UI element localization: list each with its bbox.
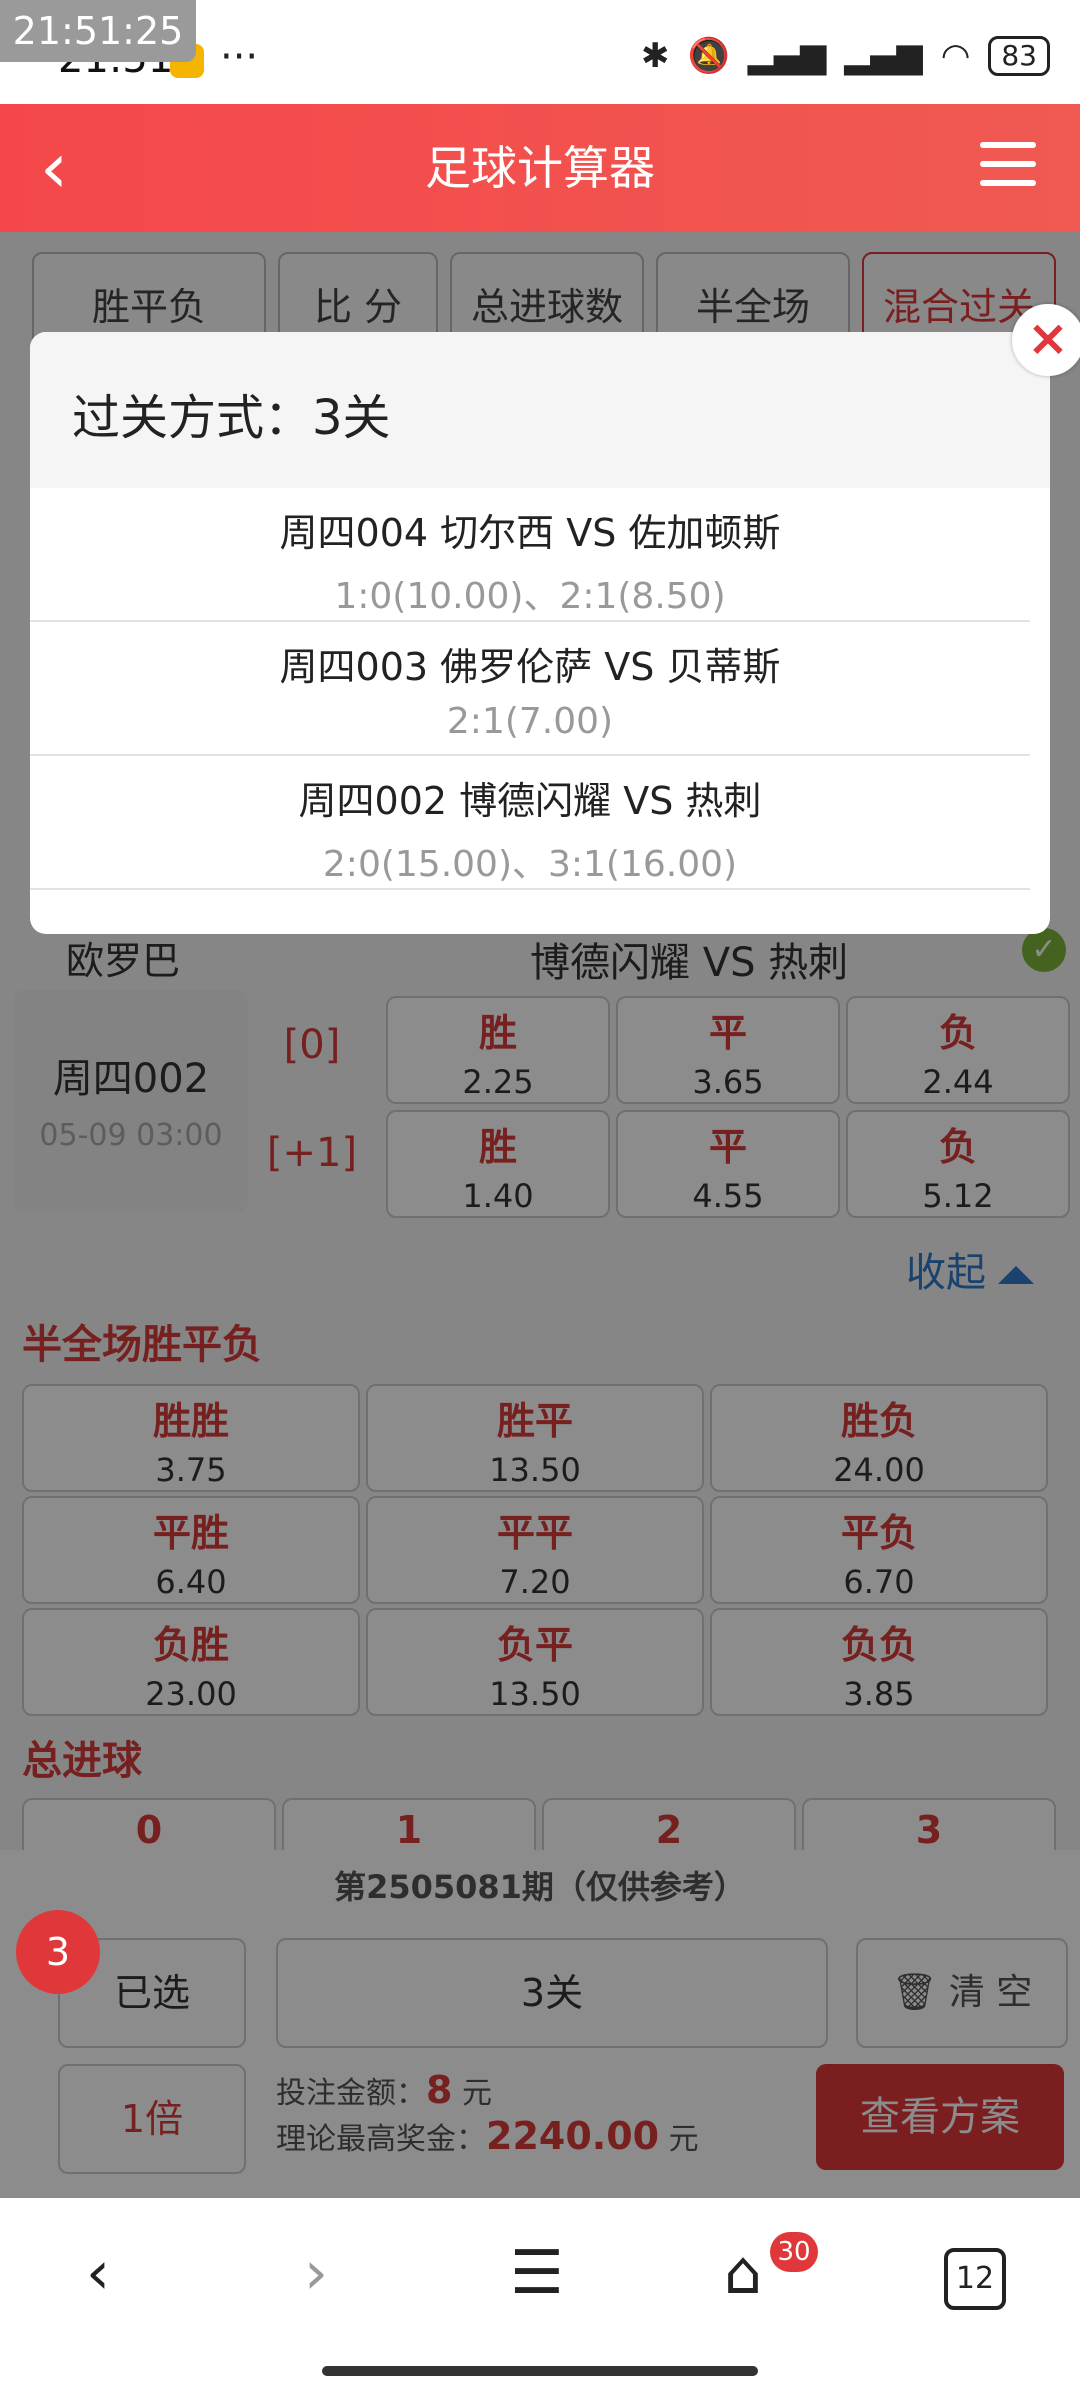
nav-menu-icon[interactable]: ☰ <box>510 2238 564 2308</box>
signal-icon: ▂▄▆ <box>747 36 827 76</box>
wifi-icon: ◠ <box>940 36 971 76</box>
pass-type-modal: 过关方式：3关 周四004 切尔西 VS 佐加顿斯 1:0(10.00)、2:1(… <box>30 332 1050 934</box>
modal-match-row: 周四004 切尔西 VS 佐加顿斯 1:0(10.00)、2:1(8.50) <box>30 488 1030 622</box>
nav-home-icon[interactable]: ⌂ <box>724 2238 762 2308</box>
home-badge: 30 <box>770 2232 818 2272</box>
gesture-bar <box>322 2366 758 2376</box>
time-badge: 21:51:25 <box>0 0 196 62</box>
nav-back-icon[interactable]: ‹ <box>86 2238 110 2308</box>
row-odds: 2:1(7.00) <box>446 701 614 742</box>
signal2-icon: ▂▄▆ <box>844 36 923 76</box>
tabs-count-icon[interactable]: 12 <box>944 2248 1006 2310</box>
status-icons: ✱ 🔕 ▂▄▆ ▂▄▆ ◠ 83 <box>641 36 1050 76</box>
nav-forward-icon[interactable]: › <box>304 2238 328 2308</box>
row-match: 周四004 切尔西 VS 佐加顿斯 <box>279 511 781 555</box>
row-match: 周四002 博德闪耀 VS 热刺 <box>298 779 762 823</box>
page-title: 足球计算器 <box>425 141 655 195</box>
selected-count-badge: 3 <box>16 1910 100 1994</box>
app-header: ‹ 足球计算器 <box>0 104 1080 232</box>
mute-icon: 🔕 <box>687 36 730 76</box>
close-icon[interactable]: × <box>1012 304 1080 376</box>
more-notifications-icon: ··· <box>220 34 259 80</box>
modal-title: 过关方式：3关 <box>72 390 391 446</box>
row-odds: 1:0(10.00)、2:1(8.50) <box>334 576 726 617</box>
battery-icon: 83 <box>988 36 1050 76</box>
menu-icon[interactable] <box>980 142 1036 192</box>
row-match: 周四003 佛罗伦萨 VS 贝蒂斯 <box>279 645 781 689</box>
bluetooth-icon: ✱ <box>640 36 670 76</box>
row-odds: 2:0(15.00)、3:1(16.00) <box>322 844 738 885</box>
modal-match-row: 周四003 佛罗伦萨 VS 贝蒂斯 2:1(7.00) <box>30 622 1030 756</box>
modal-match-row: 周四002 博德闪耀 VS 热刺 2:0(15.00)、3:1(16.00) <box>30 756 1030 890</box>
